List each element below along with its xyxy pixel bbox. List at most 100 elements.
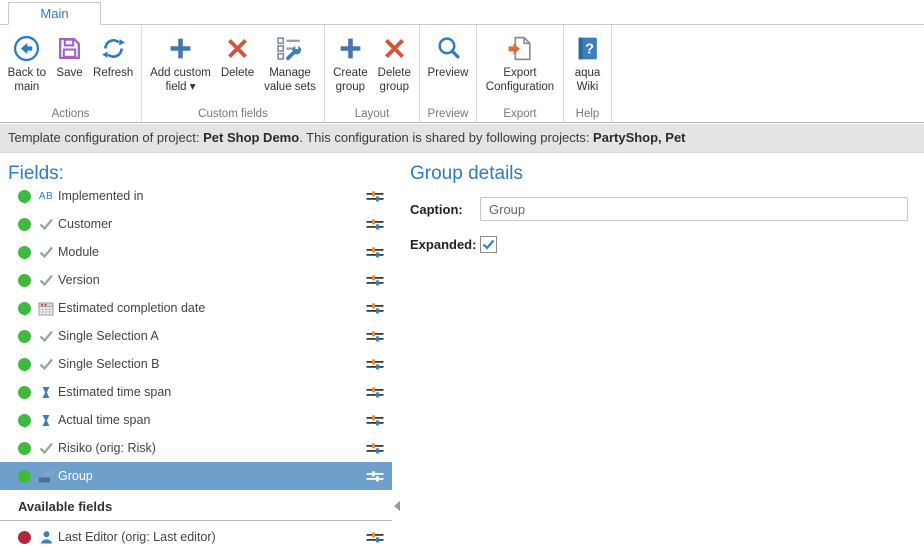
field-row-implemented-in[interactable]: ABImplemented in: [0, 182, 392, 210]
ribbon-group-export: Export Configuration Export: [477, 25, 564, 122]
status-dot-green: [18, 274, 31, 287]
drag-handle-icon[interactable]: [366, 190, 384, 203]
field-row-actual-time-span[interactable]: Actual time span: [0, 406, 392, 434]
export-configuration-button[interactable]: Export Configuration: [481, 30, 559, 104]
field-row-module[interactable]: Module: [0, 238, 392, 266]
field-row-single-selection-a[interactable]: Single Selection A: [0, 322, 392, 350]
ribbon-group-caption: Actions: [0, 108, 141, 120]
back-to-main-button[interactable]: Back to main: [3, 30, 51, 104]
collapse-splitter-icon[interactable]: [394, 501, 400, 511]
available-fields-header: Available fields: [0, 496, 392, 521]
field-row-risiko-orig-risk[interactable]: Risiko (orig: Risk): [0, 434, 392, 462]
ribbon-group-caption: Custom fields: [142, 108, 324, 120]
delete-icon: [381, 32, 408, 64]
create-group-button[interactable]: Create group: [328, 30, 373, 104]
delete-icon: [224, 32, 251, 64]
ribbon-group-preview: Preview Preview: [420, 25, 477, 122]
tab-main[interactable]: Main: [8, 2, 101, 25]
ribbon-button-label: Back to main: [8, 66, 46, 94]
expanded-label: Expanded:: [410, 237, 480, 252]
status-dot-green: [18, 218, 31, 231]
caption-input[interactable]: [480, 197, 908, 221]
ribbon-group-buttons: ?aqua Wiki: [564, 25, 611, 104]
expanded-checkbox[interactable]: [480, 236, 497, 253]
field-row-single-selection-b[interactable]: Single Selection B: [0, 350, 392, 378]
check-icon: [36, 441, 56, 455]
delete-group-button[interactable]: Delete group: [373, 30, 416, 104]
ribbon-group-custom-fields: Add custom field ▾DeleteManage value set…: [142, 25, 325, 122]
calendar-icon: [36, 301, 56, 316]
add-icon: [337, 32, 364, 64]
drag-handle-icon[interactable]: [366, 531, 384, 544]
drag-handle-icon[interactable]: [366, 330, 384, 343]
save-icon: [56, 32, 83, 64]
preview-icon: [435, 32, 462, 64]
field-row-estimated-time-span[interactable]: Estimated time span: [0, 378, 392, 406]
field-row-last-editor-orig-last-editor[interactable]: Last Editor (orig: Last editor): [0, 523, 392, 548]
available-fields-list: Last Editor (orig: Last editor): [0, 523, 392, 548]
ribbon-group-caption: Preview: [420, 108, 476, 120]
preview-button[interactable]: Preview: [423, 30, 474, 104]
field-row-customer[interactable]: Customer: [0, 210, 392, 238]
wiki-icon: ?: [574, 32, 601, 64]
add-icon: [167, 32, 194, 64]
ribbon-button-label: Refresh: [93, 66, 133, 80]
ribbon-button-label: Create group: [333, 66, 368, 94]
manage-value-sets-button[interactable]: Manage value sets: [259, 30, 321, 104]
manage-icon: [276, 32, 303, 64]
check-icon: [36, 245, 56, 259]
field-label: Implemented in: [58, 189, 366, 203]
field-label: Module: [58, 245, 366, 259]
ribbon-group-buttons: Create groupDelete group: [325, 25, 419, 104]
drag-handle-icon[interactable]: [366, 414, 384, 427]
field-label: Version: [58, 273, 366, 287]
status-dot-green: [18, 470, 31, 483]
drag-handle-icon[interactable]: [366, 302, 384, 315]
status-dot-green: [18, 190, 31, 203]
caption-form-row: Caption:: [410, 197, 908, 221]
info-project-name: Pet Shop Demo: [203, 130, 299, 145]
refresh-button[interactable]: Refresh: [88, 30, 138, 104]
ribbon-button-label: Save: [56, 66, 82, 80]
drag-handle-icon[interactable]: [366, 442, 384, 455]
ribbon-group-buttons: Back to main Save Refresh: [0, 25, 141, 104]
ribbon-group-actions: Back to main Save Refresh Actions: [0, 25, 142, 122]
ribbon-button-label: Export Configuration: [486, 66, 554, 94]
status-dot-green: [18, 330, 31, 343]
drag-handle-icon[interactable]: [366, 386, 384, 399]
check-icon: [36, 329, 56, 343]
drag-handle-icon[interactable]: [366, 358, 384, 371]
status-dot-red: [18, 531, 31, 544]
field-label: Customer: [58, 217, 366, 231]
drag-handle-icon[interactable]: [366, 246, 384, 259]
ribbon-group-buttons: Add custom field ▾DeleteManage value set…: [142, 25, 324, 104]
aqua-wiki-button[interactable]: ?aqua Wiki: [569, 30, 606, 104]
ribbon-group-caption: Export: [477, 108, 563, 120]
svg-text:?: ?: [585, 41, 594, 57]
drag-handle-icon[interactable]: [366, 470, 384, 483]
status-dot-green: [18, 246, 31, 259]
field-row-group[interactable]: Group: [0, 462, 392, 490]
field-label: Actual time span: [58, 413, 366, 427]
expanded-form-row: Expanded:: [410, 236, 908, 253]
add-custom-field-button[interactable]: Add custom field ▾: [145, 30, 216, 104]
field-label: Single Selection B: [58, 357, 366, 371]
info-bar: Template configuration of project: Pet S…: [0, 124, 924, 153]
drag-handle-icon[interactable]: [366, 218, 384, 231]
info-prefix: Template configuration of project:: [8, 130, 203, 145]
check-icon: [36, 357, 56, 371]
drag-handle-icon[interactable]: [366, 274, 384, 287]
field-row-estimated-completion-date[interactable]: Estimated completion date: [0, 294, 392, 322]
group-icon: [36, 469, 56, 484]
ribbon-group-help: ?aqua Wiki Help: [564, 25, 612, 122]
status-dot-green: [18, 414, 31, 427]
app-window: Main Back to mainSaveRefreshActionsAdd c…: [0, 0, 924, 548]
person-icon: [36, 530, 56, 545]
timespan-icon: [36, 414, 56, 427]
ribbon-group-caption: Help: [564, 108, 611, 120]
delete-button[interactable]: Delete: [216, 30, 259, 104]
field-label: Single Selection A: [58, 329, 366, 343]
details-panel-title: Group details: [410, 163, 523, 185]
field-row-version[interactable]: Version: [0, 266, 392, 294]
save-button[interactable]: Save: [51, 30, 88, 104]
